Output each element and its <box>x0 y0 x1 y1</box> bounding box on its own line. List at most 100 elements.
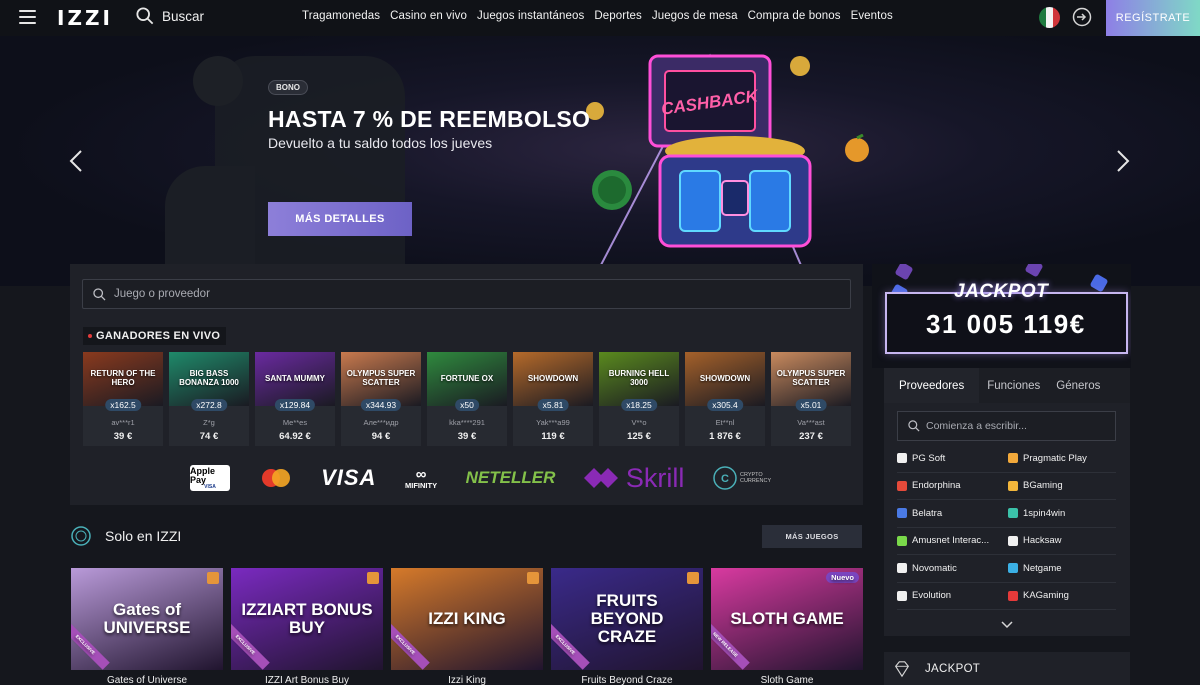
provider-name: Amusnet Interac... <box>912 535 990 547</box>
search-label: Buscar <box>162 8 205 24</box>
nav-juegos-de-mesa[interactable]: Juegos de mesa <box>652 10 738 22</box>
winner-card[interactable]: OLYMPUS SUPER SCATTER x344.93 Але***идр … <box>341 352 421 446</box>
multiplier-badge: x18.25 <box>621 399 657 411</box>
crypto-logo: C CRYPTO CURRENCY <box>713 466 772 490</box>
live-winners-label: GANADORES EN VIVO <box>83 327 227 345</box>
multiplier-badge: x272.8 <box>191 399 227 411</box>
game-artwork: Gates of UNIVERSE EXCLUSIVE <box>71 568 223 670</box>
provider-search-field[interactable] <box>897 411 1116 441</box>
game-card[interactable]: Gates of UNIVERSE EXCLUSIVE Gates of Uni… <box>71 568 223 685</box>
provider-item[interactable]: Belatra <box>897 500 1006 527</box>
game-search-input[interactable] <box>114 288 814 300</box>
multiplier-badge: x5.01 <box>795 399 827 411</box>
live-winners-title: GANADORES EN VIVO <box>96 330 221 342</box>
provider-item[interactable]: Hacksaw <box>1006 528 1115 555</box>
register-button[interactable]: REGÍSTRATE <box>1106 0 1200 36</box>
provider-item[interactable]: Novomatic <box>897 555 1006 582</box>
nav-deportes[interactable]: Deportes <box>594 10 641 22</box>
provider-name: Netgame <box>1023 562 1062 574</box>
nav-tragamonedas[interactable]: Tragamonedas <box>302 10 380 22</box>
tab-proveedores[interactable]: Proveedores <box>884 368 980 403</box>
winner-card[interactable]: BIG BASS BONANZA 1000 x272.8 Z*g 74 € <box>169 352 249 446</box>
provider-search-input[interactable] <box>926 420 1106 432</box>
more-details-button[interactable]: MÁS DETALLES <box>268 202 412 236</box>
winner-card[interactable]: OLYMPUS SUPER SCATTER x5.01 Va***ast 237… <box>771 352 851 446</box>
chevron-right-icon[interactable] <box>1116 150 1130 172</box>
hero-subtitle: Devuelto a tu saldo todos los jueves <box>268 135 493 151</box>
provider-row: Amusnet Interac... Hacksaw <box>897 528 1116 555</box>
game-card[interactable]: SLOTH GAME NEW RELEASE Nuevo Sloth Game <box>711 568 863 685</box>
apple-pay-label: Apple Pay <box>190 465 216 485</box>
hero-banner[interactable]: CASHBACK BONO HASTA 7 % DE REEMBOLSO Dev… <box>0 36 1200 286</box>
game-artwork: IZZIART BONUS BUY EXCLUSIVE <box>231 568 383 670</box>
game-name: IZZI Art Bonus Buy <box>265 675 349 685</box>
winner-username: V**o <box>631 418 647 427</box>
provider-logo-icon <box>1008 535 1018 546</box>
game-card[interactable]: FRUITS BEYOND CRAZE EXCLUSIVE Fruits Bey… <box>551 568 703 685</box>
providers-panel: Proveedores Funciones Géneros PG Soft Pra… <box>884 368 1130 636</box>
jackpot-widget[interactable]: JACKPOT 31 005 119€ <box>872 264 1131 368</box>
provider-logo-icon <box>1008 590 1018 601</box>
skrill-logo: Skrill <box>583 463 684 494</box>
game-card[interactable]: IZZI KING EXCLUSIVE Izzi King <box>391 568 543 685</box>
tab-generos[interactable]: Géneros <box>1048 368 1108 403</box>
provider-item[interactable]: Netgame <box>1006 555 1115 582</box>
svg-text:C: C <box>721 473 729 485</box>
winner-card[interactable]: SANTA MUMMY x129.84 Me**es 64.92 € <box>255 352 335 446</box>
live-dot-icon <box>88 334 92 338</box>
winner-username: Але***идр <box>363 418 399 427</box>
game-thumbnail: RETURN OF THE HERO <box>83 352 163 406</box>
chevron-down-icon[interactable] <box>1001 621 1013 629</box>
game-thumbnail: BURNING HELL 3000 <box>599 352 679 406</box>
hero-title: HASTA 7 % DE REEMBOLSO <box>268 106 591 132</box>
provider-item[interactable]: KAGaming <box>1006 583 1115 610</box>
provider-item[interactable]: 1spin4win <box>1006 500 1115 527</box>
provider-name: KAGaming <box>1023 590 1069 602</box>
provider-logo-icon <box>1008 453 1018 464</box>
provider-logo-icon <box>1008 563 1018 574</box>
tab-funciones[interactable]: Funciones <box>979 368 1048 403</box>
nav-compra-de-bonos[interactable]: Compra de bonos <box>748 10 841 22</box>
mexico-flag-icon[interactable] <box>1039 7 1060 28</box>
more-games-button[interactable]: MÁS JUEGOS <box>762 525 862 548</box>
logo[interactable]: IZZI <box>57 6 113 30</box>
provider-item[interactable]: Pragmatic Play <box>1006 445 1115 472</box>
trophy-icon <box>687 572 699 584</box>
top-header: IZZI Buscar Tragamonedas Casino en vivo … <box>0 0 1200 36</box>
provider-item[interactable]: PG Soft <box>897 445 1006 472</box>
section-title: Solo en IZZI <box>105 528 182 544</box>
winner-card[interactable]: BURNING HELL 3000 x18.25 V**o 125 € <box>599 352 679 446</box>
winner-amount: 94 € <box>371 431 391 442</box>
game-name: Sloth Game <box>760 675 814 685</box>
nav-casino-en-vivo[interactable]: Casino en vivo <box>390 10 467 22</box>
chevron-left-icon[interactable] <box>69 150 83 172</box>
winner-card[interactable]: FORTUNE OX x50 kka****291 39 € <box>427 352 507 446</box>
game-search-field[interactable] <box>82 279 851 309</box>
winner-username: Me**es <box>282 418 308 427</box>
winner-username: Va***ast <box>797 418 825 427</box>
nav-eventos[interactable]: Eventos <box>851 10 893 22</box>
neteller-logo: NETELLER <box>465 468 556 487</box>
jackpot-section-header[interactable]: JACKPOT <box>884 652 1130 685</box>
login-icon[interactable] <box>1072 7 1092 27</box>
provider-name: PG Soft <box>912 452 946 464</box>
search-button[interactable]: Buscar <box>136 7 204 25</box>
nav-juegos-instantaneos[interactable]: Juegos instantáneos <box>477 10 584 22</box>
winner-username: kka****291 <box>449 418 485 427</box>
game-card[interactable]: IZZIART BONUS BUY EXCLUSIVE IZZI Art Bon… <box>231 568 383 685</box>
provider-item[interactable]: Evolution <box>897 583 1006 610</box>
winner-card[interactable]: SHOWDOWN x305.4 Et**nl 1 876 € <box>685 352 765 446</box>
menu-icon[interactable] <box>19 10 36 24</box>
mifinity-logo: ∞ MIFINITY <box>405 465 438 490</box>
provider-item[interactable]: Amusnet Interac... <box>897 528 1006 555</box>
crypto-label: CRYPTO CURRENCY <box>739 471 772 484</box>
game-artwork: IZZI KING EXCLUSIVE <box>391 568 543 670</box>
trophy-icon <box>367 572 379 584</box>
provider-item[interactable]: Endorphina <box>897 473 1006 500</box>
winner-card[interactable]: SHOWDOWN x5.81 Yak***a99 119 € <box>513 352 593 446</box>
exclusive-games-list: Gates of UNIVERSE EXCLUSIVE Gates of Uni… <box>71 568 863 685</box>
main-nav: Tragamonedas Casino en vivo Juegos insta… <box>302 10 893 22</box>
provider-name: Pragmatic Play <box>1023 452 1087 464</box>
provider-item[interactable]: BGaming <box>1006 473 1115 500</box>
winner-card[interactable]: RETURN OF THE HERO x162.5 av***r1 39 € <box>83 352 163 446</box>
